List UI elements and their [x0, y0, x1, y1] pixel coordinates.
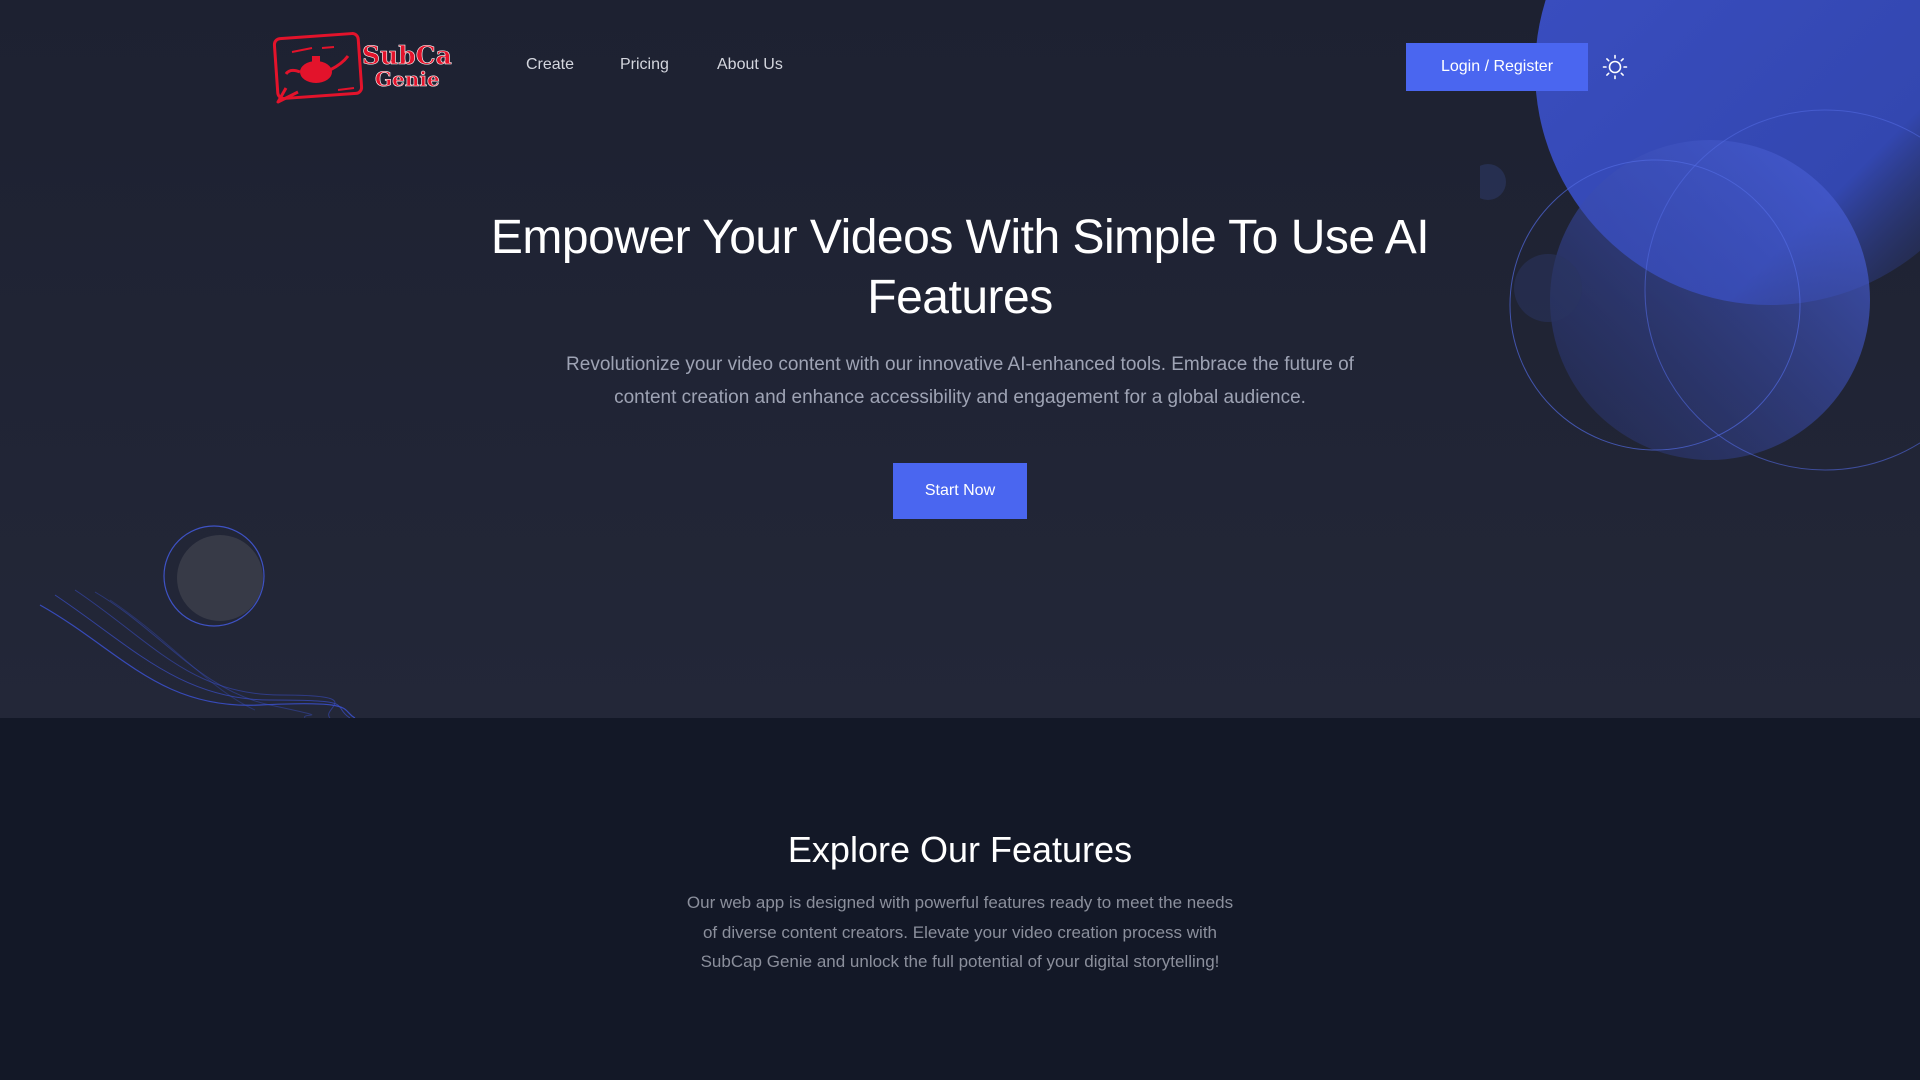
landing-page: SubCap Genie Create Pricing About Us Log… — [0, 0, 1920, 1080]
hero-title: Empower Your Videos With Simple To Use A… — [490, 211, 1430, 324]
logo-text-line1: SubCap — [362, 41, 452, 70]
hero-section: SubCap Genie Create Pricing About Us Log… — [0, 0, 1920, 718]
nav-link-pricing[interactable]: Pricing — [620, 56, 669, 74]
login-register-button[interactable]: Login / Register — [1406, 43, 1588, 91]
theme-toggle-button[interactable] — [1602, 54, 1628, 80]
genie-lamp-icon: SubCap Genie — [272, 32, 470, 104]
logo-text-line2: Genie — [375, 67, 440, 91]
brand-logo[interactable]: SubCap Genie — [272, 28, 470, 104]
start-now-button[interactable]: Start Now — [893, 463, 1027, 519]
sun-icon — [1602, 54, 1628, 80]
hero-subtitle: Revolutionize your video content with ou… — [566, 354, 1354, 408]
nav-link-about-us[interactable]: About Us — [717, 56, 783, 74]
decorative-waves — [39, 525, 356, 718]
features-title: Explore Our Features — [787, 829, 1133, 870]
nav-link-create[interactable]: Create — [526, 56, 574, 74]
features-description: Our web app is designed with powerful fe… — [686, 893, 1234, 971]
